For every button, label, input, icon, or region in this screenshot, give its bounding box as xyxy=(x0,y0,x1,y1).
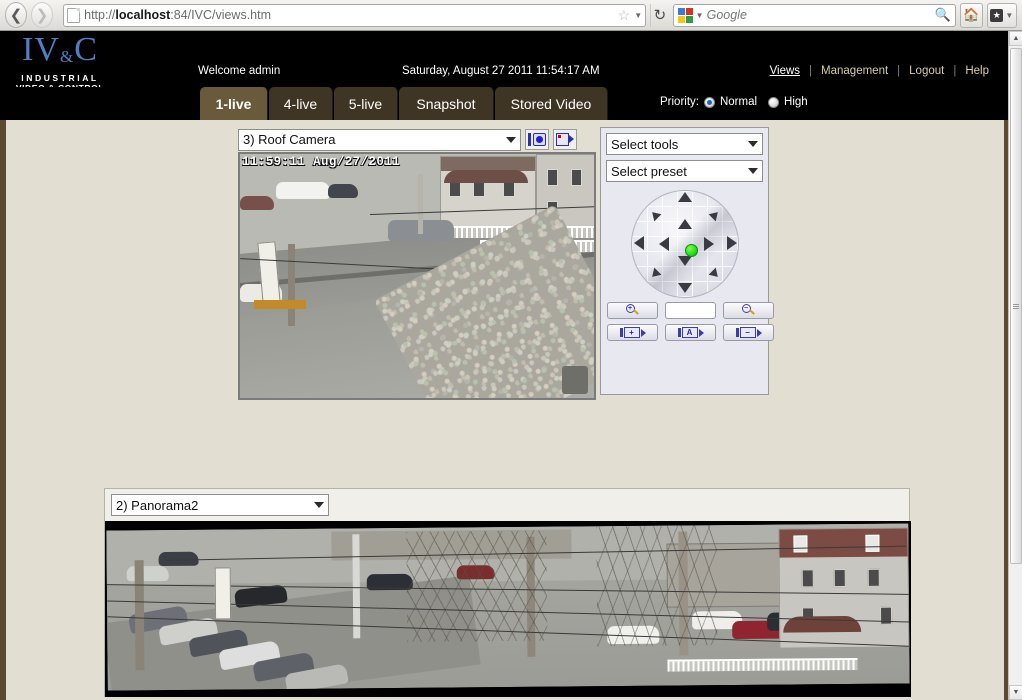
ptz-right[interactable] xyxy=(704,237,714,251)
back-arrow-icon[interactable]: ❮ xyxy=(5,2,27,28)
panorama-scene-image xyxy=(106,524,909,691)
tools-select-value: Select tools xyxy=(611,137,744,152)
magnifier-minus-icon: − xyxy=(742,304,755,317)
panorama-view[interactable] xyxy=(105,521,911,697)
view-tab-bar: 1-live 4-live 5-live Snapshot Stored Vid… xyxy=(0,87,1008,120)
focus-auto-button[interactable]: A xyxy=(665,324,716,341)
star-icon[interactable]: ☆ xyxy=(618,7,631,24)
preset-select[interactable]: Select preset xyxy=(606,160,763,182)
logo-mark: IV&C xyxy=(10,33,110,74)
snapshot-button[interactable] xyxy=(525,129,549,150)
tab-snapshot[interactable]: Snapshot xyxy=(399,87,494,120)
grip-icon xyxy=(1013,304,1019,309)
chevron-down-icon xyxy=(506,137,516,143)
camera-toolbar: 3) Roof Camera xyxy=(238,127,596,152)
camera-select-value: 3) Roof Camera xyxy=(243,132,502,147)
focus-minus-icon: − xyxy=(736,327,762,338)
camera-select[interactable]: 3) Roof Camera xyxy=(238,129,521,151)
priority-label: Priority: xyxy=(660,96,699,108)
search-input[interactable]: Google xyxy=(707,8,932,22)
magnifier-icon[interactable]: 🔍 xyxy=(934,7,950,23)
chevron-down-icon[interactable]: ▼ xyxy=(634,11,642,20)
page-viewport: IV&C INDUSTRIAL VIDEO & CONTROL Welcome … xyxy=(0,31,1008,700)
preset-select-value: Select preset xyxy=(611,164,744,179)
welcome-message: Welcome admin xyxy=(198,65,280,77)
tab-stored-video[interactable]: Stored Video xyxy=(495,87,608,120)
tab-4-live[interactable]: 4-live xyxy=(269,87,333,120)
zoom-out-button[interactable]: − xyxy=(723,302,774,319)
record-button[interactable] xyxy=(553,129,577,150)
priority-radio-high[interactable] xyxy=(768,97,779,108)
live-camera-view[interactable]: 11:59:11 Aug/27/2011 xyxy=(238,152,596,400)
search-box[interactable]: ▼ Google 🔍 xyxy=(673,4,956,27)
ptz-status-field xyxy=(665,302,716,319)
camera-timestamp-overlay: 11:59:11 Aug/27/2011 xyxy=(242,155,400,169)
camera-scene-image xyxy=(240,154,594,398)
scroll-down-button[interactable]: ▼ xyxy=(1009,685,1022,700)
camera-snapshot-icon xyxy=(528,133,546,146)
vertical-scrollbar[interactable]: ▲ ▼ xyxy=(1008,31,1022,700)
address-bar[interactable]: http://localhost:84/IVC/views.htm ☆ ▼ xyxy=(63,4,646,27)
video-camera-icon xyxy=(556,133,574,146)
reload-icon[interactable]: ↻ xyxy=(650,4,669,27)
scrollbar-thumb[interactable] xyxy=(1010,48,1022,564)
browser-toolbar: ❮ ❯ http://localhost:84/IVC/views.htm ☆ … xyxy=(0,0,1022,31)
forward-arrow-icon[interactable]: ❯ xyxy=(31,2,53,28)
ptz-joystick-area xyxy=(601,186,770,311)
ptz-down-far[interactable] xyxy=(678,283,692,293)
magnifier-plus-icon: + xyxy=(626,304,639,317)
panorama-panel: 2) Panorama2 xyxy=(104,488,910,697)
panorama-camera-select[interactable]: 2) Panorama2 xyxy=(111,494,329,516)
chevron-down-icon[interactable]: ▼ xyxy=(696,11,704,20)
ptz-joystick[interactable] xyxy=(631,190,739,298)
tab-5-live[interactable]: 5-live xyxy=(334,87,398,120)
panorama-select-value: 2) Panorama2 xyxy=(116,498,310,513)
app-header: IV&C INDUSTRIAL VIDEO & CONTROL Welcome … xyxy=(0,31,1008,87)
priority-radio-normal[interactable] xyxy=(704,97,715,108)
google-icon[interactable] xyxy=(678,8,693,23)
url-text: http://localhost:84/IVC/views.htm xyxy=(84,8,614,22)
bookmarks-icon[interactable]: ★▼ xyxy=(987,3,1017,28)
ptz-tools-panel: Select tools Select preset xyxy=(600,127,769,395)
live-camera-panel: 3) Roof Camera 11:59:11 Aug/27/2011 xyxy=(238,127,596,400)
ptz-right-far[interactable] xyxy=(727,236,737,250)
chevron-down-icon xyxy=(748,168,758,174)
priority-option-high-label: High xyxy=(784,96,808,108)
ivc-logo: IV&C INDUSTRIAL VIDEO & CONTROL xyxy=(10,33,110,93)
page-icon xyxy=(67,8,80,23)
nav-link-views[interactable]: Views xyxy=(761,65,809,77)
tools-select[interactable]: Select tools xyxy=(606,133,763,155)
tab-1-live[interactable]: 1-live xyxy=(200,87,268,120)
home-icon[interactable]: 🏠 xyxy=(960,3,983,28)
ptz-down[interactable] xyxy=(678,256,692,266)
priority-control: Priority: Normal High xyxy=(660,96,808,108)
ptz-up-far[interactable] xyxy=(678,192,692,202)
ptz-up[interactable] xyxy=(678,219,692,229)
focus-auto-icon: A xyxy=(678,327,704,338)
datetime-display: Saturday, August 27 2011 11:54:17 AM xyxy=(402,65,600,77)
priority-option-normal-label: Normal xyxy=(720,96,757,108)
ptz-left[interactable] xyxy=(659,237,669,251)
focus-far-button[interactable]: − xyxy=(723,324,774,341)
chevron-down-icon xyxy=(314,502,324,508)
focus-plus-icon: + xyxy=(620,327,646,338)
page-content: 3) Roof Camera 11:59:11 Aug/27/2011 xyxy=(0,120,1008,700)
nav-link-management[interactable]: Management xyxy=(812,65,897,77)
logo-line1: INDUSTRIAL xyxy=(10,74,110,83)
chevron-down-icon xyxy=(748,141,758,147)
ptz-left-far[interactable] xyxy=(634,236,644,250)
focus-near-button[interactable]: + xyxy=(607,324,658,341)
scroll-up-button[interactable]: ▲ xyxy=(1009,31,1022,46)
zoom-in-button[interactable]: + xyxy=(607,302,658,319)
ptz-home-dot[interactable] xyxy=(685,244,698,257)
nav-link-help[interactable]: Help xyxy=(956,65,998,77)
nav-link-logout[interactable]: Logout xyxy=(900,65,953,77)
top-nav-links: Views | Management | Logout | Help xyxy=(761,65,998,77)
